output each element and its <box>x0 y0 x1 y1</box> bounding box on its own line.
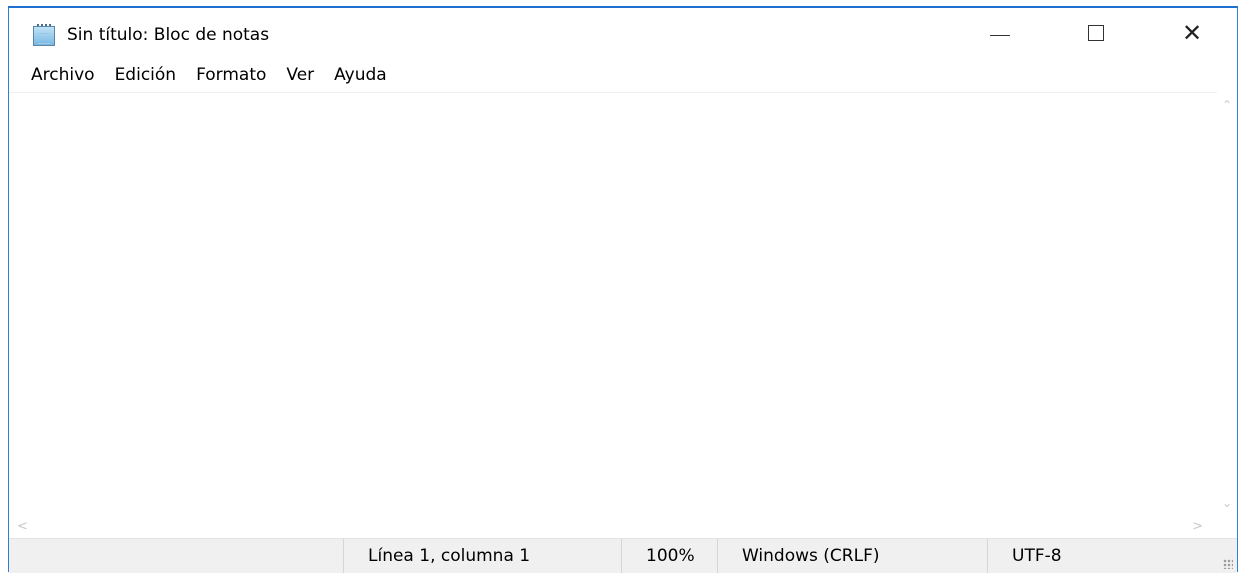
status-cursor-position: Línea 1, columna 1 <box>343 539 621 573</box>
maximize-button[interactable] <box>1061 8 1131 58</box>
menu-edicion[interactable]: Edición <box>105 62 187 88</box>
status-zoom: 100% <box>621 539 717 573</box>
minimize-button[interactable] <box>965 8 1035 58</box>
scroll-left-icon[interactable]: < <box>17 519 28 534</box>
status-line-endings: Windows (CRLF) <box>717 539 987 573</box>
status-bar: Línea 1, columna 1 100% Windows (CRLF) U… <box>9 538 1237 573</box>
notepad-window: Sin título: Bloc de notas ✕ Archivo Edic… <box>8 6 1238 573</box>
text-editor-area[interactable] <box>9 92 1217 517</box>
scroll-down-icon[interactable]: ⌄ <box>1217 496 1237 510</box>
horizontal-scrollbar[interactable]: < > <box>9 516 1217 538</box>
close-button[interactable]: ✕ <box>1157 8 1227 58</box>
notepad-icon[interactable] <box>33 24 55 46</box>
scroll-up-icon[interactable]: ⌃ <box>1217 98 1237 112</box>
scroll-right-icon[interactable]: > <box>1192 519 1203 534</box>
menu-ayuda[interactable]: Ayuda <box>324 62 397 88</box>
maximize-icon <box>1088 25 1104 41</box>
resize-grip-icon[interactable] <box>1223 559 1233 569</box>
menu-formato[interactable]: Formato <box>186 62 276 88</box>
title-bar[interactable]: Sin título: Bloc de notas ✕ <box>9 8 1237 58</box>
menu-archivo[interactable]: Archivo <box>21 62 105 88</box>
menu-ver[interactable]: Ver <box>276 62 324 88</box>
menu-bar: Archivo Edición Formato Ver Ayuda <box>9 58 1237 92</box>
window-title: Sin título: Bloc de notas <box>67 25 270 45</box>
minimize-icon <box>990 34 1010 36</box>
close-icon: ✕ <box>1181 19 1203 47</box>
status-encoding: UTF-8 <box>987 539 1217 573</box>
vertical-scrollbar[interactable]: ⌃ ⌄ <box>1217 92 1237 516</box>
